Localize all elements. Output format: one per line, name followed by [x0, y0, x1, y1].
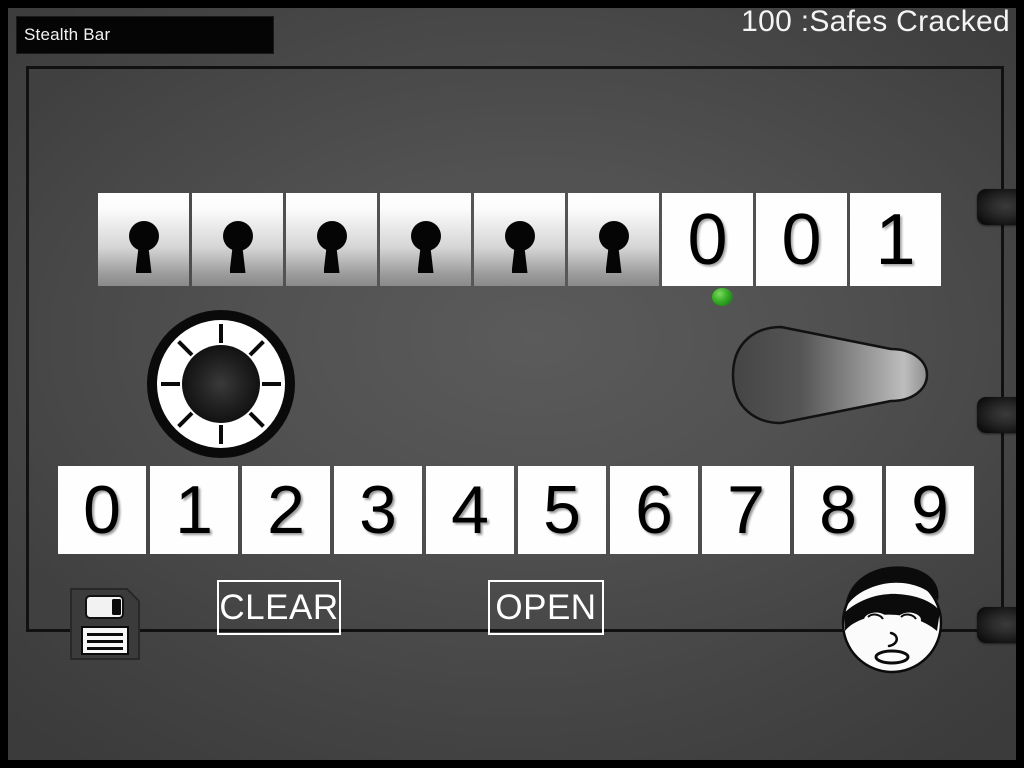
- safe-door: 0 0 1 0 1 2 3 4 5 6 7 8 9 CLEAR OPEN: [26, 66, 1016, 674]
- keyhole-icon: [128, 221, 159, 273]
- keyhole-icon: [316, 221, 347, 273]
- keyhole-icon: [598, 221, 629, 273]
- latch-middle: [977, 397, 1016, 433]
- stealth-bar: Stealth Bar: [16, 16, 274, 54]
- keypad-key-5[interactable]: 5: [518, 466, 606, 554]
- code-digit-3: 1: [850, 193, 941, 286]
- code-digit-1: 0: [662, 193, 753, 286]
- save-button[interactable]: [69, 587, 141, 661]
- keyhole-icon: [504, 221, 535, 273]
- dial-hub[interactable]: [182, 345, 260, 423]
- dial-tick: [262, 382, 281, 386]
- floppy-disk-save-icon: [70, 588, 140, 660]
- keypad-key-8[interactable]: 8: [794, 466, 882, 554]
- stealth-bar-label: Stealth Bar: [24, 25, 111, 44]
- keyhole-tile-6: [568, 193, 659, 286]
- keyhole-tile-5: [474, 193, 565, 286]
- dial-tick: [248, 340, 265, 357]
- number-keypad: 0 1 2 3 4 5 6 7 8 9: [58, 466, 974, 554]
- game-stage: Stealth Bar 100 :Safes Cracked 0 0 1 0 1…: [0, 0, 1024, 768]
- code-digit-2: 0: [756, 193, 847, 286]
- keyhole-icon: [410, 221, 441, 273]
- burglar-face-icon: [841, 566, 943, 674]
- keypad-key-7[interactable]: 7: [702, 466, 790, 554]
- safe-dial[interactable]: [147, 310, 295, 458]
- safes-cracked-score: 100 :Safes Cracked: [741, 5, 1010, 38]
- open-button[interactable]: OPEN: [488, 580, 604, 635]
- safe-handle-icon: [731, 325, 929, 425]
- keypad-key-6[interactable]: 6: [610, 466, 698, 554]
- keyhole-tile-1: [98, 193, 189, 286]
- keypad-key-1[interactable]: 1: [150, 466, 238, 554]
- burglar-avatar[interactable]: [835, 561, 949, 675]
- dial-tick: [161, 382, 180, 386]
- safe-handle[interactable]: [677, 319, 949, 431]
- keyhole-icon: [222, 221, 253, 273]
- dial-tick: [248, 411, 265, 428]
- green-dot-icon: [712, 288, 733, 306]
- dial-tick: [219, 324, 223, 343]
- keypad-key-4[interactable]: 4: [426, 466, 514, 554]
- keypad-key-9[interactable]: 9: [886, 466, 974, 554]
- safe-display-row: 0 0 1: [98, 193, 941, 286]
- dial-tick: [177, 340, 194, 357]
- latch-top: [977, 189, 1016, 225]
- keypad-key-2[interactable]: 2: [242, 466, 330, 554]
- clear-button[interactable]: CLEAR: [217, 580, 341, 635]
- keypad-key-0[interactable]: 0: [58, 466, 146, 554]
- keyhole-tile-4: [380, 193, 471, 286]
- latch-bottom: [977, 607, 1016, 643]
- keyhole-tile-2: [192, 193, 283, 286]
- keypad-key-3[interactable]: 3: [334, 466, 422, 554]
- keyhole-tile-3: [286, 193, 377, 286]
- dial-tick: [219, 425, 223, 444]
- dial-tick: [177, 411, 194, 428]
